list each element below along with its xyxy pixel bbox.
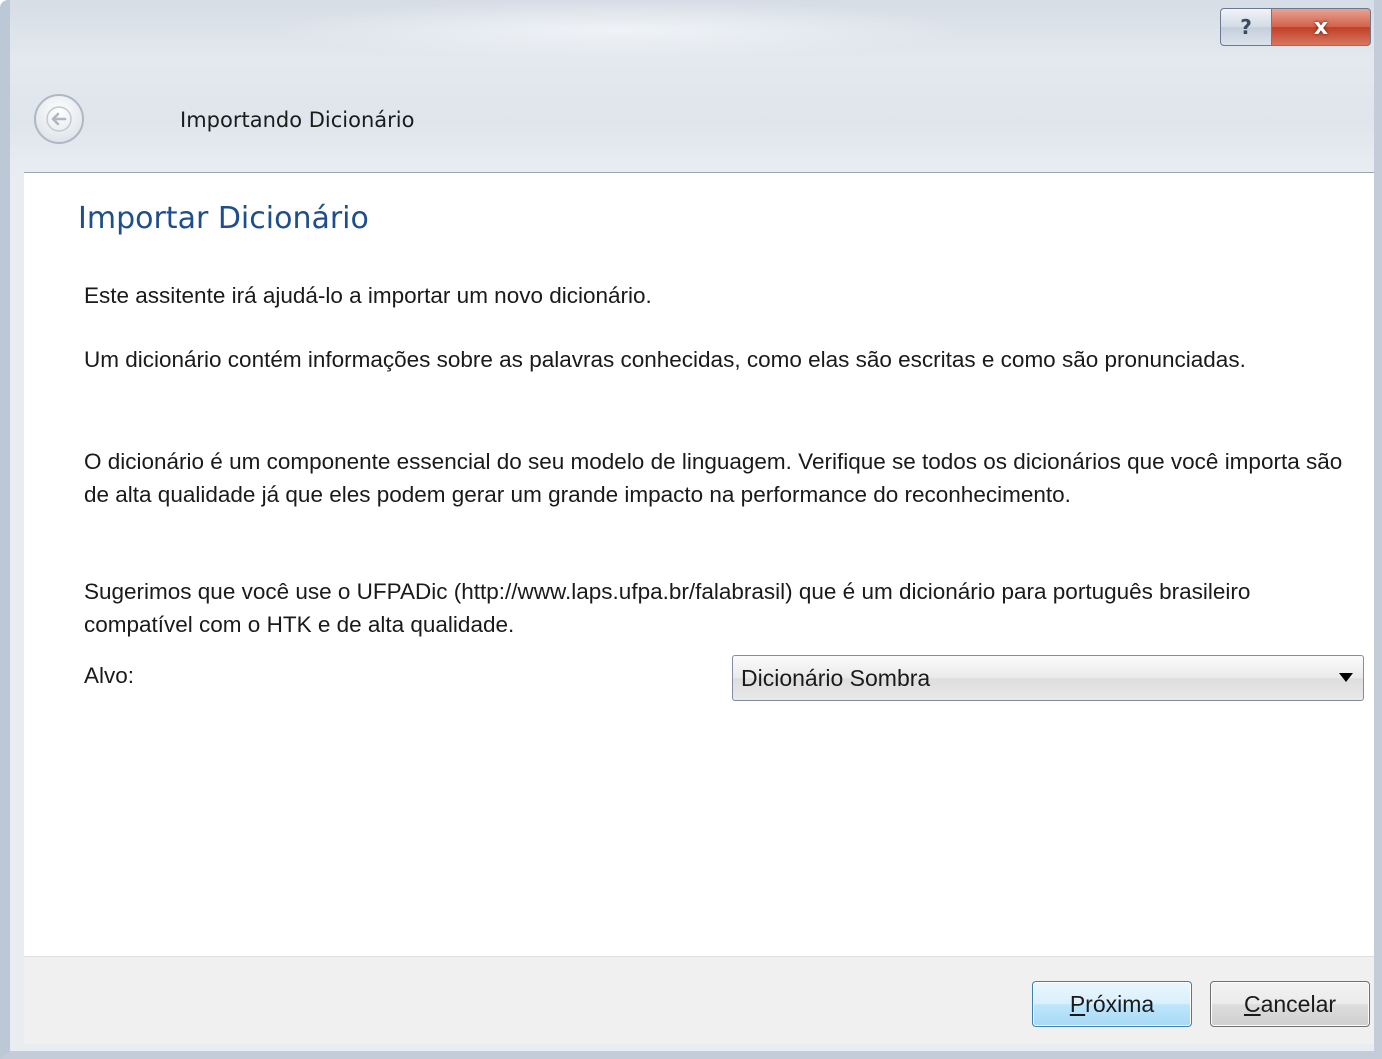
- cancel-button-label: ancelar: [1260, 990, 1337, 1017]
- intro-paragraph: Este assitente irá ajudá-lo a importar u…: [84, 283, 652, 308]
- close-icon: x: [1313, 14, 1329, 40]
- wizard-header: Importando Dicionário: [10, 60, 1374, 172]
- close-button[interactable]: x: [1271, 8, 1371, 46]
- chevron-down-icon[interactable]: [1339, 673, 1353, 682]
- back-button[interactable]: [34, 94, 84, 144]
- wizard-content: Importar Dicionário Este assitente irá a…: [24, 172, 1374, 957]
- wizard-footer: Próxima Cancelar: [24, 956, 1374, 1044]
- wizard-title: Importando Dicionário: [180, 108, 415, 132]
- target-dropdown-value: Dicionário Sombra: [741, 665, 931, 691]
- quality-paragraph: O dicionário é um componente essencial d…: [84, 449, 1343, 507]
- target-dropdown[interactable]: Dicionário Sombra: [732, 655, 1364, 701]
- title-bar[interactable]: ? x: [10, 0, 1374, 60]
- next-button-mnemonic: P: [1069, 990, 1086, 1017]
- target-label: Alvo:: [84, 663, 135, 688]
- back-arrow-icon: [46, 106, 72, 132]
- page-title: Importar Dicionário: [78, 201, 369, 236]
- cancel-button-mnemonic: C: [1243, 990, 1261, 1017]
- next-button-label: róxima: [1085, 990, 1155, 1017]
- suggestion-paragraph: Sugerimos que você use o UFPADic (http:/…: [84, 579, 1251, 637]
- cancel-button[interactable]: Cancelar: [1210, 981, 1370, 1027]
- help-icon: ?: [1240, 15, 1252, 39]
- description-paragraph: Um dicionário contém informações sobre a…: [84, 347, 1246, 372]
- wizard-window: ? x Importando Dicionário Importar Dicio…: [0, 0, 1382, 1059]
- help-button[interactable]: ?: [1220, 8, 1272, 46]
- next-button[interactable]: Próxima: [1032, 981, 1192, 1027]
